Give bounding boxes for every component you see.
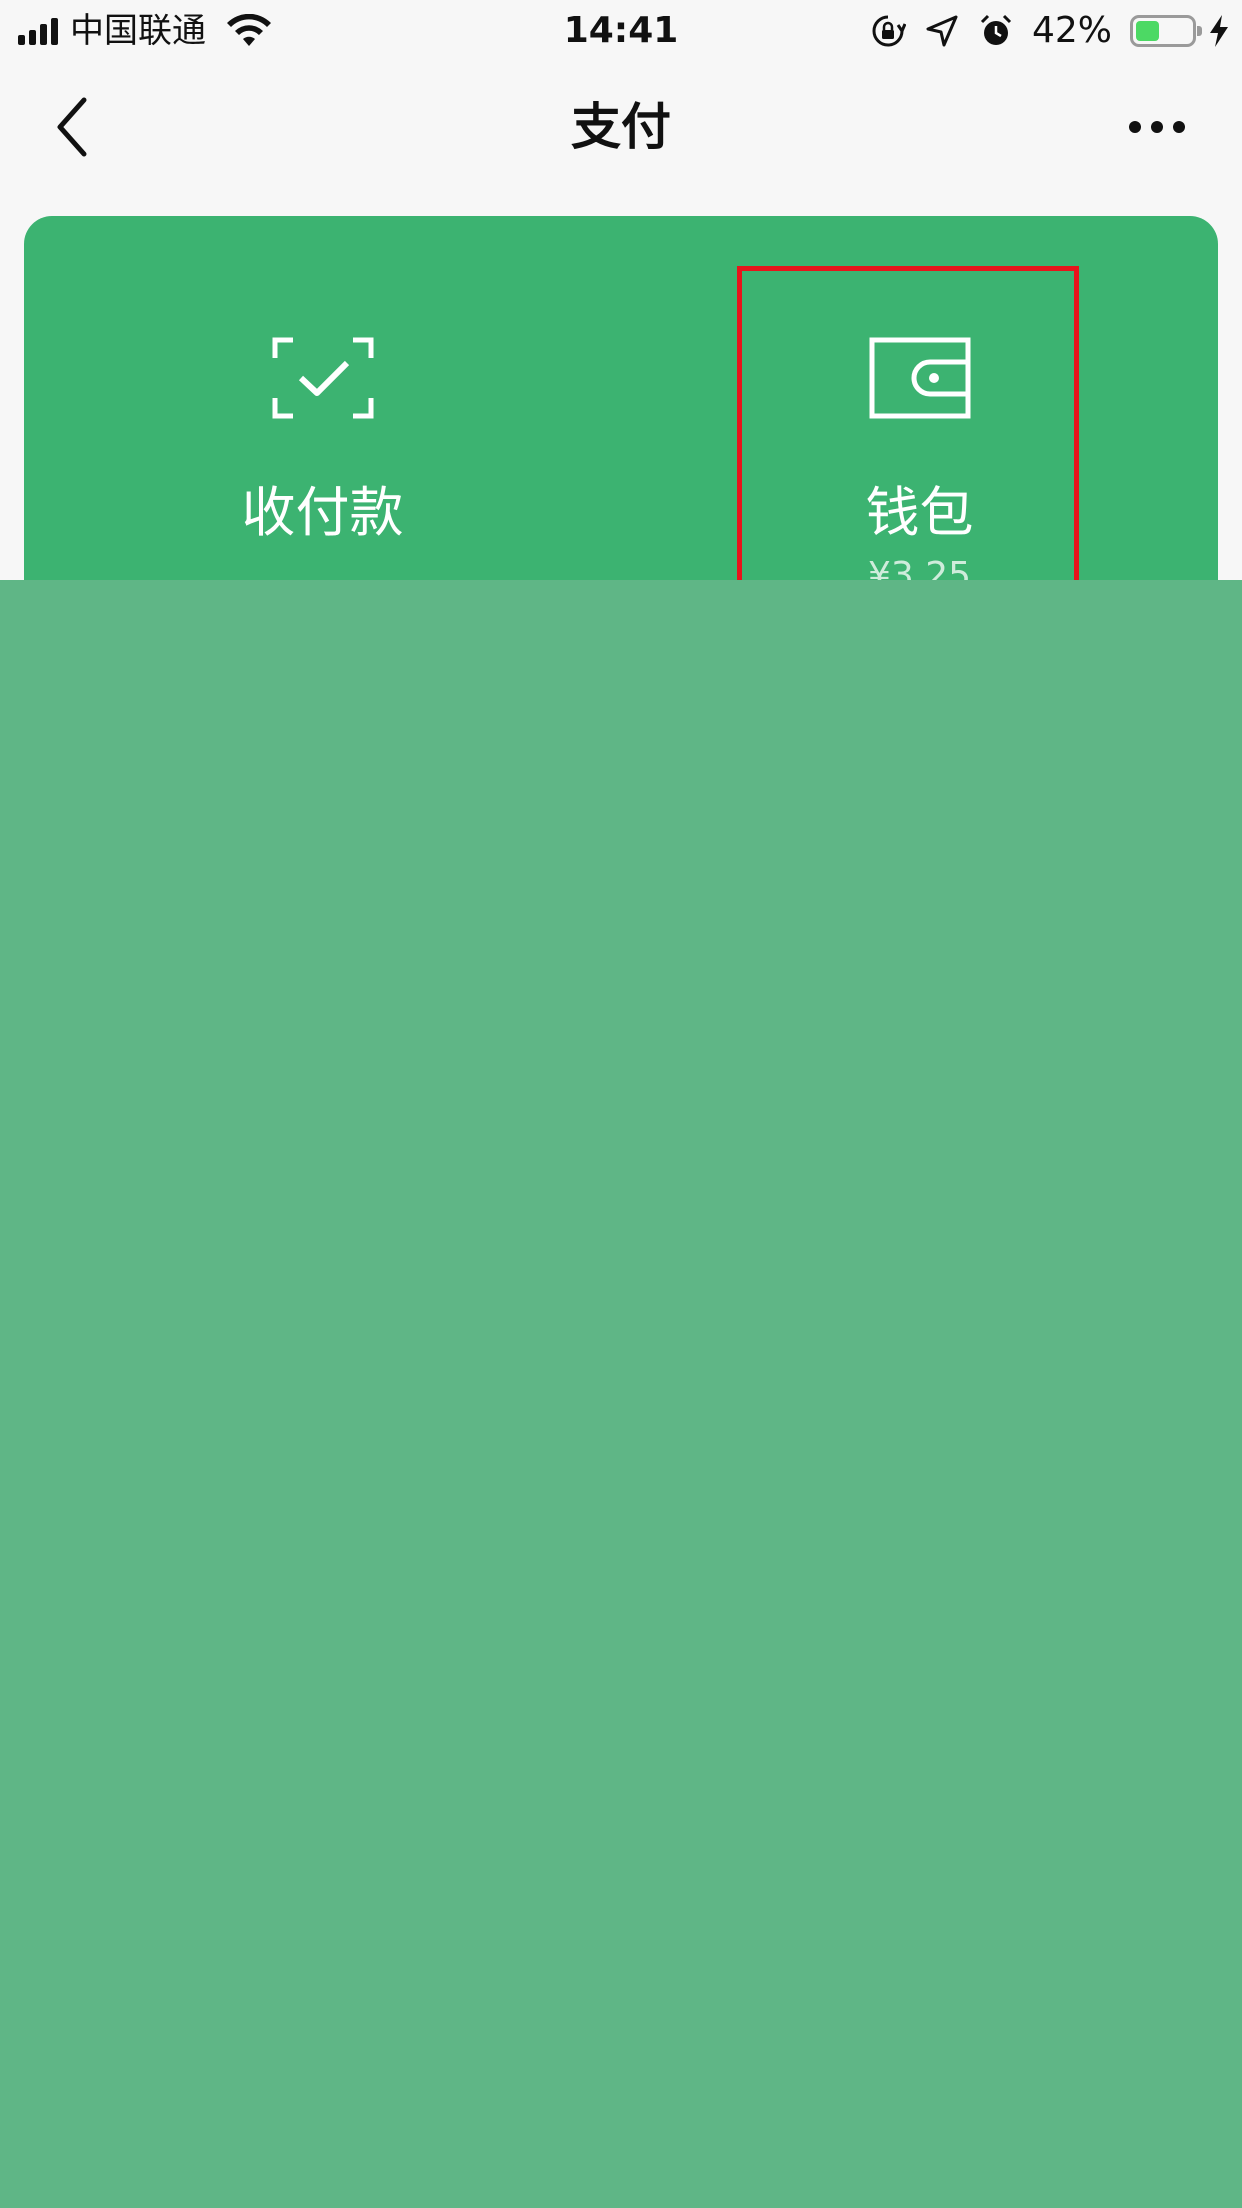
wallet-label: 钱包: [865, 481, 974, 544]
alarm-icon: [980, 14, 1012, 45]
page-title: 支付: [571, 98, 671, 156]
charging-icon: [1210, 15, 1228, 47]
wallet-icon: [869, 337, 970, 419]
nav-bar: 支付: [0, 62, 1242, 192]
location-icon: [926, 15, 958, 47]
more-dots-icon: [1129, 121, 1141, 133]
wallet-button[interactable]: 钱包 ¥3.25: [621, 216, 1218, 616]
rotation-lock-icon: [872, 15, 906, 47]
battery-icon: [1130, 15, 1202, 47]
battery-percent: 42%: [1031, 10, 1112, 51]
more-button[interactable]: [1112, 92, 1202, 162]
receive-pay-button[interactable]: 收付款: [24, 216, 621, 616]
payment-card: 收付款 钱包 ¥3.25: [24, 216, 1218, 616]
scan-check-icon: [272, 337, 373, 419]
status-bar: 中国联通 14:41 42%: [0, 0, 1242, 62]
overlay-panel: [0, 580, 1242, 2208]
status-right: 42%: [870, 8, 1230, 54]
receive-pay-label: 收付款: [241, 481, 404, 544]
